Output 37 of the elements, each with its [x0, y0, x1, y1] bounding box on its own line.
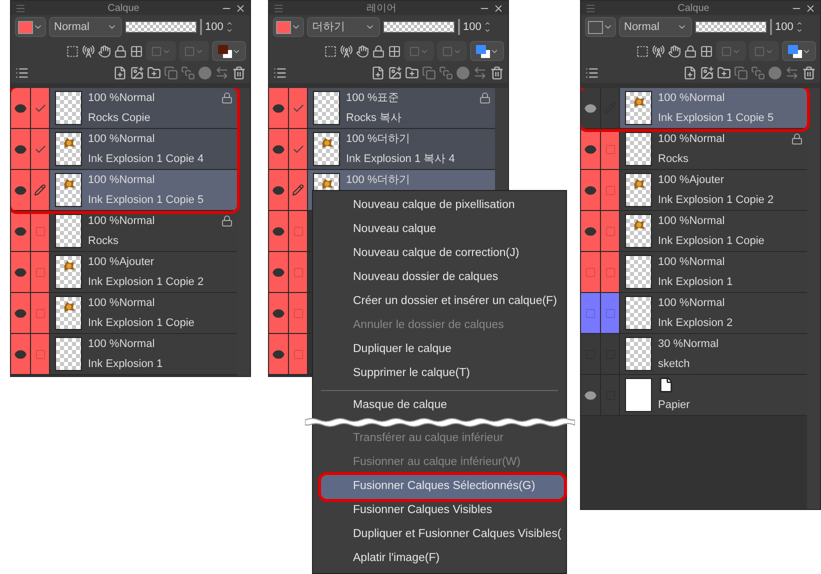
layer-name: Ink Explosion 1 Copie: [658, 234, 766, 249]
blend-mode-label: 100 %더하기: [346, 132, 412, 147]
blend-mode-label: 100 %Normal: [88, 91, 156, 106]
layer-name: Ink Explosion 1 Copie 4: [88, 152, 205, 167]
layer-name: Ink Explosion 1 복사 4: [346, 152, 456, 167]
layer-name: Ink Explosion 1: [658, 275, 734, 290]
blend-mode-label: 100 %Normal: [88, 132, 156, 147]
layer-name: Ink Explosion 1 Copie 2: [658, 193, 775, 208]
blend-mode-label: 100 %Normal: [658, 255, 726, 270]
blend-mode-label: 100 %Normal: [658, 132, 726, 147]
layer-name: Ink Explosion 1 Copie 5: [88, 193, 205, 208]
layer-name: Ink Explosion 1: [88, 357, 164, 372]
panel-title: Calque: [106, 2, 140, 16]
blend-mode-label: 100 %Normal: [88, 214, 156, 229]
layer-name: Papier: [658, 398, 691, 413]
layer-name: Rocks 복사: [346, 111, 403, 126]
blend-mode-label: 100 %Ajouter: [658, 173, 726, 188]
blend-mode-label: 100 %Normal: [658, 214, 726, 229]
blend-mode-label: 100 %Normal: [88, 337, 156, 352]
blend-mode-label: 100 %더하기: [346, 173, 412, 188]
layer-name: Ink Explosion 1 Copie: [88, 316, 196, 331]
panel-title: Calque: [676, 2, 710, 16]
layer-name: Ink Explosion 2: [658, 316, 734, 331]
layer-name: Ink Explosion 1 Copie 5: [658, 111, 775, 126]
blend-mode-label: 100 %Normal: [658, 296, 726, 311]
blend-mode-label: 30 %Normal: [658, 337, 720, 352]
layer-name: Rocks: [658, 152, 690, 167]
layer-name: Rocks Copie: [88, 111, 152, 126]
blend-mode-label: 100 %Ajouter: [88, 255, 156, 270]
layer-name: sketch: [658, 357, 691, 372]
layer-name: Ink Explosion 1 Copie 2: [88, 275, 205, 290]
blend-mode-label: 100 %표준: [346, 91, 400, 106]
layer-name: Rocks: [88, 234, 120, 249]
blend-mode-label: 100 %Normal: [658, 91, 726, 106]
blend-mode-label: 100 %Normal: [88, 173, 156, 188]
blend-mode-label: 100 %Normal: [88, 296, 156, 311]
panel-title: 레이어: [366, 2, 398, 16]
